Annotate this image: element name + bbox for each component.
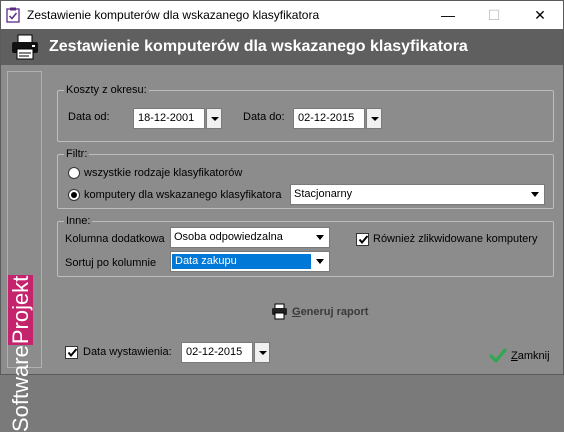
filter-group: Filtr: wszystkie rodzaje klasyfikatorów … [57, 148, 554, 209]
brand-panel: SoftwareProjekt [7, 71, 42, 432]
brand-part1: Software [8, 345, 33, 432]
date-to-input[interactable]: 02-12-2015 [293, 108, 365, 129]
generate-report-button[interactable]: Generuj raport [271, 303, 368, 320]
close-window-button[interactable]: ✕ [517, 1, 563, 29]
minimize-button[interactable]: — [425, 1, 471, 29]
radio-selected-classifier[interactable] [68, 189, 80, 201]
other-group-title: Inne: [64, 215, 93, 227]
sort-column-select-value: Data zakupu [172, 254, 311, 269]
include-liquidated-label[interactable]: Również zlikwidowane komputery [373, 233, 537, 245]
classifier-select-value: Stacjonarny [294, 188, 353, 200]
radio-all-classifiers[interactable] [68, 167, 80, 179]
chevron-down-icon[interactable] [313, 229, 328, 246]
close-button[interactable]: Zamknij [489, 348, 550, 364]
date-from-input[interactable]: 18-12-2001 [133, 108, 205, 129]
extra-column-select-value: Osoba odpowiedzalna [174, 231, 283, 243]
printer-icon [12, 34, 38, 60]
radio-selected-classifier-label[interactable]: komputery dla wskazanego klasyfikatora [84, 189, 281, 201]
checkmark-icon [67, 348, 78, 358]
sort-label: Sortuj po kolumnie [65, 257, 157, 269]
title-bar: Zestawienie komputerów dla wskazanego kl… [1, 1, 563, 29]
date-to-label: Data do: [243, 111, 285, 123]
printer-icon [272, 303, 287, 320]
sort-column-select[interactable]: Data zakupu [170, 251, 330, 272]
brand-logo: SoftwareProjekt [8, 182, 34, 432]
date-from-label: Data od: [68, 111, 110, 123]
costs-group: Koszty z okresu: Data od: 18-12-2001 Dat… [57, 84, 554, 142]
extra-column-select[interactable]: Osoba odpowiedzalna [170, 227, 330, 248]
clipboard-check-icon [6, 7, 20, 23]
generate-report-accel: G [292, 305, 301, 318]
close-button-label: Zamknij [511, 350, 550, 362]
classifier-select[interactable]: Stacjonarny [290, 184, 545, 205]
chevron-down-icon[interactable] [528, 186, 543, 203]
issue-date-picker-button[interactable] [254, 342, 270, 363]
extra-column-label: Kolumna dodatkowa [65, 233, 165, 245]
issue-date-label[interactable]: Data wystawienia: [83, 346, 172, 358]
include-liquidated-checkbox[interactable] [356, 233, 369, 246]
issue-date-checkbox[interactable] [65, 346, 78, 359]
checkmark-icon [358, 235, 369, 245]
maximize-button[interactable]: ☐ [471, 1, 517, 29]
checkmark-icon [489, 348, 507, 363]
date-from-picker-button[interactable] [206, 108, 222, 129]
close-accel: Z [511, 350, 518, 362]
page-title: Zestawienie komputerów dla wskazanego kl… [49, 38, 468, 55]
date-to-picker-button[interactable] [366, 108, 382, 129]
window-title: Zestawienie komputerów dla wskazanego kl… [27, 8, 320, 22]
brand-part2: Projekt [8, 274, 33, 346]
header-band: Zestawienie komputerów dla wskazanego kl… [1, 29, 563, 65]
report-window: Zestawienie komputerów dla wskazanego kl… [0, 0, 564, 432]
close-text: amknij [517, 350, 550, 362]
filter-group-title: Filtr: [64, 148, 90, 160]
radio-all-classifiers-label[interactable]: wszystkie rodzaje klasyfikatorów [84, 167, 242, 179]
chevron-down-icon[interactable] [313, 253, 328, 270]
costs-group-title: Koszty z okresu: [64, 84, 149, 96]
issue-date-input[interactable]: 02-12-2015 [181, 342, 253, 363]
generate-report-label: Generuj raport [292, 306, 368, 318]
other-group: Inne: Kolumna dodatkowa Osoba odpowiedza… [57, 215, 554, 277]
generate-report-text: eneruj raport [300, 305, 369, 318]
